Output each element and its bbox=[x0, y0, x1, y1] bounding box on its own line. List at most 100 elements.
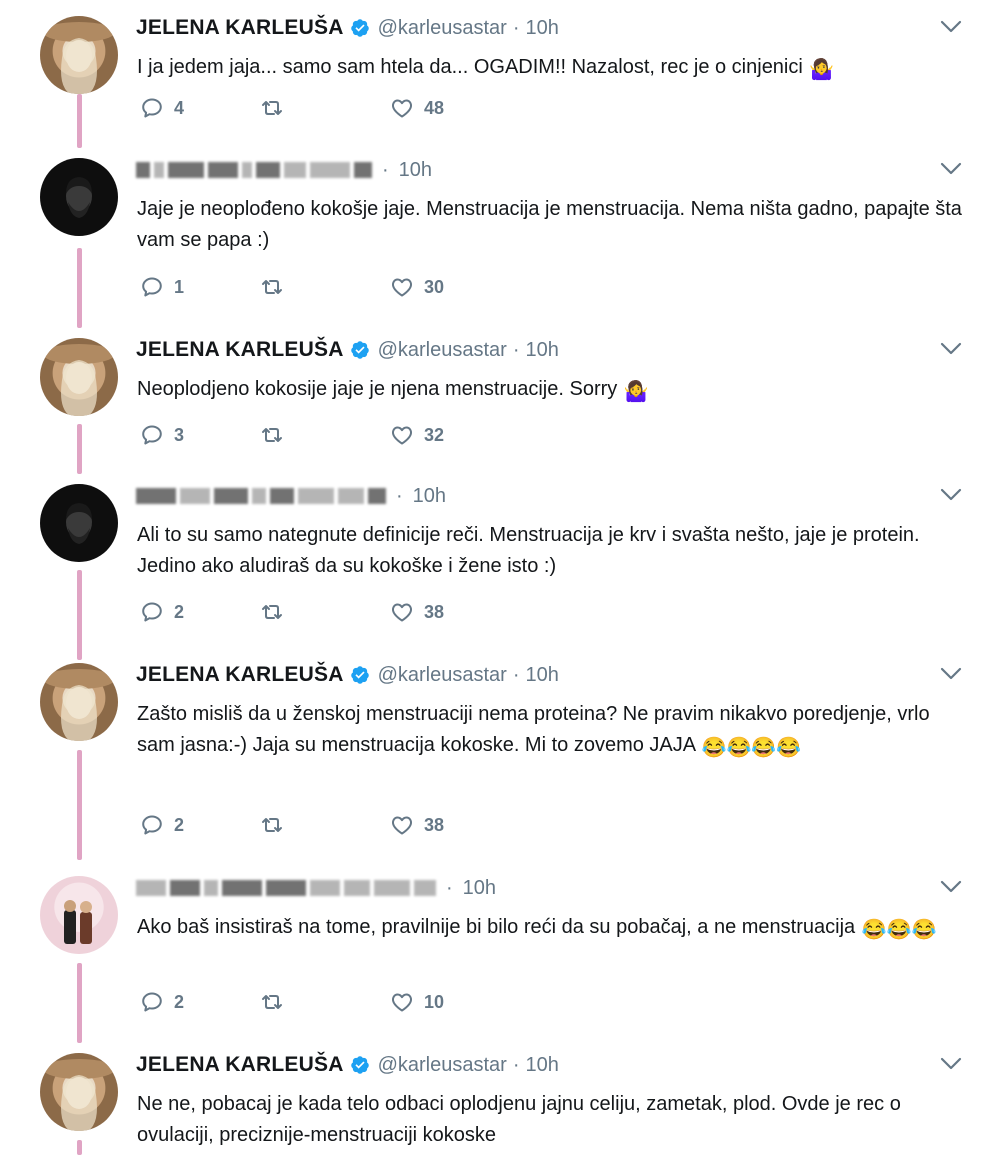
reply-button[interactable]: 2 bbox=[140, 990, 260, 1014]
heart-icon bbox=[390, 600, 414, 624]
reply-button[interactable]: 1 bbox=[140, 275, 260, 299]
timestamp[interactable]: 10h bbox=[526, 17, 559, 40]
chevron-down-icon[interactable] bbox=[940, 342, 962, 356]
like-button[interactable]: 48 bbox=[390, 96, 510, 120]
chevron-down-icon[interactable] bbox=[940, 162, 962, 176]
reply-button[interactable]: 3 bbox=[140, 423, 260, 447]
chevron-down-icon[interactable] bbox=[940, 488, 962, 502]
like-button[interactable]: 32 bbox=[390, 423, 510, 447]
retweet-button[interactable] bbox=[260, 990, 390, 1014]
author-name[interactable]: JELENA KARLEUŠA bbox=[136, 1053, 344, 1077]
separator: · bbox=[512, 663, 520, 686]
author-name[interactable]: JELENA KARLEUŠA bbox=[136, 338, 344, 362]
like-button[interactable]: 30 bbox=[390, 275, 510, 299]
tweet-text-content: Neoplodjeno kokosije jaje je njena menst… bbox=[137, 378, 618, 400]
avatar[interactable] bbox=[40, 876, 118, 954]
separator: · bbox=[512, 1053, 520, 1076]
tweet[interactable]: · 10h Ako baš insistiraš na tome, pravil… bbox=[0, 868, 1000, 1028]
like-count: 38 bbox=[424, 814, 445, 835]
heart-icon bbox=[390, 275, 414, 299]
timestamp[interactable]: 10h bbox=[399, 159, 432, 182]
reply-icon bbox=[140, 96, 164, 120]
tweet-text: Ako baš insistiraš na tome, pravilnije b… bbox=[137, 912, 967, 946]
avatar[interactable] bbox=[40, 1053, 118, 1131]
reply-button[interactable]: 4 bbox=[140, 96, 260, 120]
chevron-down-icon[interactable] bbox=[940, 880, 962, 894]
tweet-text: I ja jedem jaja... samo sam htela da... … bbox=[137, 52, 967, 86]
tweet-text-content: Zašto misliš da u ženskoj menstruaciji n… bbox=[137, 703, 930, 756]
timestamp[interactable]: 10h bbox=[463, 877, 496, 900]
author-handle[interactable]: @karleusastar bbox=[378, 1054, 507, 1077]
tweet-text-content: Jaje je neoplođeno kokošje jaje. Menstru… bbox=[137, 198, 962, 251]
tweet-emoji: 😂😂😂😂 bbox=[701, 737, 802, 759]
like-count: 10 bbox=[424, 991, 445, 1012]
reply-icon bbox=[140, 990, 164, 1014]
chevron-down-icon[interactable] bbox=[940, 1057, 962, 1071]
avatar[interactable] bbox=[40, 338, 118, 416]
timestamp[interactable]: 10h bbox=[526, 664, 559, 687]
author-name[interactable]: JELENA KARLEUŠA bbox=[136, 16, 344, 40]
chevron-down-icon[interactable] bbox=[940, 20, 962, 34]
reply-count: 2 bbox=[174, 601, 185, 622]
tweet-emoji: 😂😂😂 bbox=[861, 919, 937, 941]
author-name-redacted bbox=[136, 162, 372, 178]
timestamp[interactable]: 10h bbox=[526, 339, 559, 362]
retweet-icon bbox=[260, 990, 284, 1014]
author-handle[interactable]: @karleusastar bbox=[378, 339, 507, 362]
separator: · bbox=[512, 16, 520, 39]
tweet-emoji: 🤷‍♀️ bbox=[809, 59, 835, 81]
tweet-emoji: 🤷‍♀️ bbox=[623, 381, 649, 403]
avatar[interactable] bbox=[40, 16, 118, 94]
like-button[interactable]: 38 bbox=[390, 813, 510, 837]
separator: · bbox=[512, 338, 520, 361]
reply-icon bbox=[140, 600, 164, 624]
reply-count: 3 bbox=[174, 424, 185, 445]
author-handle[interactable]: @karleusastar bbox=[378, 664, 507, 687]
like-count: 30 bbox=[424, 276, 445, 297]
heart-icon bbox=[390, 423, 414, 447]
tweet-text-content: I ja jedem jaja... samo sam htela da... … bbox=[137, 56, 803, 78]
heart-icon bbox=[390, 813, 414, 837]
author-handle[interactable]: @karleusastar bbox=[378, 17, 507, 40]
like-count: 38 bbox=[424, 601, 445, 622]
author-name[interactable]: JELENA KARLEUŠA bbox=[136, 663, 344, 687]
like-button[interactable]: 38 bbox=[390, 600, 510, 624]
verified-badge-icon bbox=[350, 18, 370, 38]
avatar[interactable] bbox=[40, 484, 118, 562]
retweet-button[interactable] bbox=[260, 423, 390, 447]
verified-badge-icon bbox=[350, 665, 370, 685]
chevron-down-icon[interactable] bbox=[940, 667, 962, 681]
timestamp[interactable]: 10h bbox=[526, 1054, 559, 1077]
retweet-button[interactable] bbox=[260, 96, 390, 120]
retweet-icon bbox=[260, 600, 284, 624]
retweet-button[interactable] bbox=[260, 813, 390, 837]
tweet-text: Jaje je neoplođeno kokošje jaje. Menstru… bbox=[137, 194, 967, 256]
timestamp[interactable]: 10h bbox=[413, 485, 446, 508]
tweet-text: Neoplodjeno kokosije jaje je njena menst… bbox=[137, 374, 967, 408]
like-count: 32 bbox=[424, 424, 445, 445]
reply-button[interactable]: 2 bbox=[140, 600, 260, 624]
retweet-button[interactable] bbox=[260, 600, 390, 624]
tweet-text-content: Ako baš insistiraš na tome, pravilnije b… bbox=[137, 916, 856, 938]
retweet-button[interactable] bbox=[260, 275, 390, 299]
separator: · bbox=[382, 158, 389, 181]
tweet[interactable]: · 10h Ali to su samo nategnute definicij… bbox=[0, 476, 1000, 636]
heart-icon bbox=[390, 990, 414, 1014]
tweet[interactable]: JELENA KARLEUŠA @karleusastar · 10h I ja… bbox=[0, 8, 1000, 138]
reply-icon bbox=[140, 423, 164, 447]
author-name-redacted bbox=[136, 488, 386, 504]
heart-icon bbox=[390, 96, 414, 120]
author-name-redacted bbox=[136, 880, 436, 896]
avatar[interactable] bbox=[40, 663, 118, 741]
reply-button[interactable]: 2 bbox=[140, 813, 260, 837]
tweet[interactable]: · 10h Jaje je neoplođeno kokošje jaje. M… bbox=[0, 150, 1000, 310]
like-button[interactable]: 10 bbox=[390, 990, 510, 1014]
retweet-icon bbox=[260, 813, 284, 837]
tweet[interactable]: JELENA KARLEUŠA @karleusastar · 10h Zašt… bbox=[0, 655, 1000, 845]
verified-badge-icon bbox=[350, 340, 370, 360]
retweet-icon bbox=[260, 423, 284, 447]
tweet[interactable]: JELENA KARLEUŠA @karleusastar · 10h Ne n… bbox=[0, 1045, 1000, 1155]
tweet[interactable]: JELENA KARLEUŠA @karleusastar · 10h Neop… bbox=[0, 330, 1000, 460]
reply-count: 1 bbox=[174, 276, 185, 297]
avatar[interactable] bbox=[40, 158, 118, 236]
